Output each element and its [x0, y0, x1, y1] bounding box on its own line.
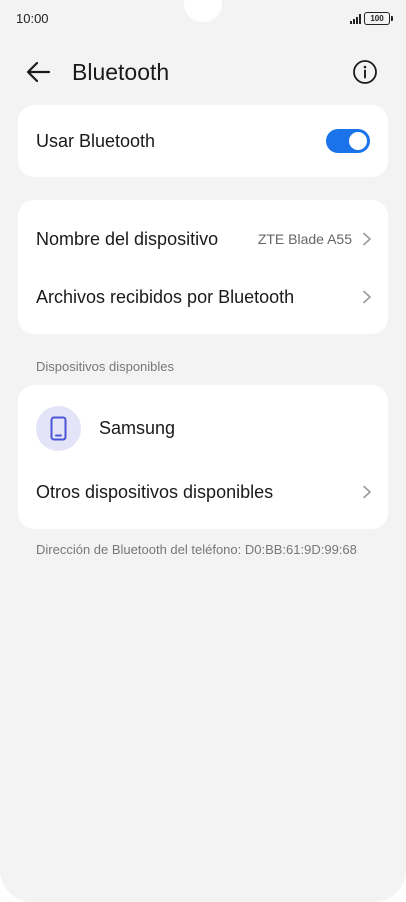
signal-icon	[350, 13, 361, 24]
page-title: Bluetooth	[72, 59, 170, 85]
other-devices-row[interactable]: Otros dispositivos disponibles	[18, 463, 388, 521]
status-time: 10:00	[16, 11, 49, 26]
bluetooth-toggle-card: Usar Bluetooth	[18, 105, 388, 177]
arrow-left-icon	[26, 61, 51, 83]
toggle-knob	[349, 132, 367, 150]
available-devices-heading: Dispositivos disponibles	[36, 359, 175, 374]
info-circle-icon	[353, 60, 377, 84]
device-avatar	[36, 405, 81, 451]
bluetooth-address: Dirección de Bluetooth del teléfono: D0:…	[36, 542, 357, 557]
other-devices-label: Otros dispositivos disponibles	[36, 481, 274, 502]
info-button[interactable]	[352, 59, 378, 85]
bluetooth-toggle-label: Usar Bluetooth	[36, 130, 156, 151]
battery-icon: 100	[364, 12, 393, 25]
available-devices-card: Samsung Otros dispositivos disponibles	[18, 385, 388, 529]
chevron-right-icon	[363, 485, 371, 499]
bluetooth-toggle-switch[interactable]	[326, 129, 370, 153]
device-name-value: ZTE Blade A55	[257, 231, 352, 247]
device-name-label: Nombre del dispositivo	[36, 228, 219, 249]
received-files-row[interactable]: Archivos recibidos por Bluetooth	[18, 268, 388, 326]
device-item-samsung[interactable]: Samsung	[18, 395, 388, 461]
phone-screen: 10:00 100 Bluetooth Usar Bluetooth Nombr…	[0, 0, 406, 902]
back-button[interactable]	[24, 58, 56, 86]
device-name-row[interactable]: Nombre del dispositivo ZTE Blade A55	[18, 210, 388, 268]
chevron-right-icon	[363, 232, 371, 246]
bluetooth-toggle-row[interactable]: Usar Bluetooth	[18, 105, 388, 177]
camera-notch	[184, 0, 222, 22]
chevron-right-icon	[363, 290, 371, 304]
device-settings-card: Nombre del dispositivo ZTE Blade A55 Arc…	[18, 200, 388, 334]
status-bar: 10:00 100	[0, 0, 406, 36]
phone-icon	[50, 416, 67, 440]
header: Bluetooth	[0, 50, 406, 94]
received-files-label: Archivos recibidos por Bluetooth	[36, 286, 295, 307]
device-name: Samsung	[99, 417, 176, 438]
status-icons: 100	[350, 12, 393, 25]
